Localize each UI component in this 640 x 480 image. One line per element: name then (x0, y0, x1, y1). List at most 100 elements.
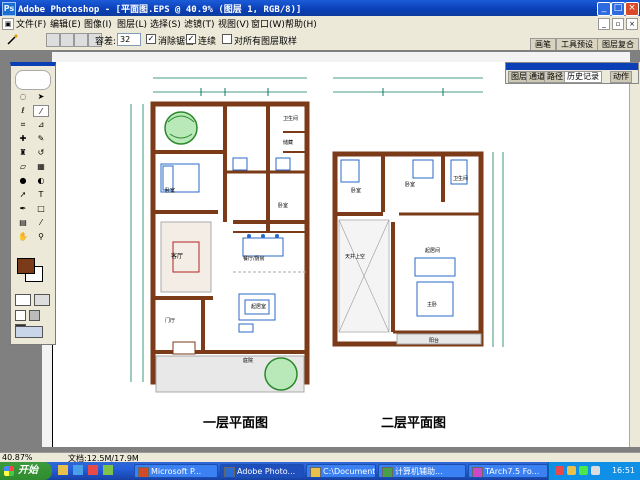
doc-restore-button[interactable]: ▫ (612, 18, 624, 30)
maximize-button[interactable]: □ (611, 2, 625, 16)
antialias-checkbox[interactable]: ✓ (146, 34, 156, 44)
add-selection-icon[interactable] (60, 33, 74, 47)
menu-filter[interactable]: 滤镜(T) (184, 17, 215, 30)
slice-tool-icon[interactable]: ⊿ (33, 119, 49, 131)
contiguous-checkbox[interactable]: ✓ (186, 34, 196, 44)
menu-file[interactable]: 文件(F) (16, 17, 46, 30)
gradient-tool-icon[interactable]: ▦ (33, 161, 49, 173)
dodge-tool-icon[interactable]: ◐ (33, 175, 49, 187)
quick-launch (58, 465, 128, 477)
pen-tool-icon[interactable]: ✒ (15, 203, 31, 215)
task-adobe-photoshop[interactable]: Adobe Photo... (220, 464, 304, 478)
svg-text:卧室: 卧室 (165, 187, 175, 194)
svg-text:卧室: 卧室 (405, 181, 415, 188)
floor-plan-drawing: 卫生间 储藏 客厅 餐厅/厨房 起居室 卧室 卧室 门厅 庭院 卧室 卧室 卫生… (130, 77, 504, 393)
menu-layer[interactable]: 图层(L) (117, 17, 147, 30)
tray-icon[interactable] (579, 466, 588, 475)
start-button[interactable]: 开始 (0, 462, 52, 480)
crop-tool-icon[interactable]: ⌗ (15, 119, 31, 131)
move-tool-icon[interactable]: ➤ (33, 91, 49, 103)
doc-menu-icon[interactable]: ▣ (2, 18, 14, 30)
tab-actions[interactable]: 动作 (610, 71, 632, 83)
menu-bar: ▣ 文件(F) 编辑(E) 图像(I) 图层(L) 选择(S) 滤镜(T) 视图… (0, 16, 640, 31)
blur-tool-icon[interactable]: ● (15, 175, 31, 187)
foreground-color-swatch[interactable] (17, 258, 35, 274)
history-palette-titlebar[interactable] (506, 63, 638, 70)
quicklaunch-icon[interactable] (58, 465, 68, 475)
task-explorer[interactable]: C:\Document... (306, 464, 376, 478)
magic-wand-tool-icon[interactable]: ⁄ (33, 105, 49, 117)
svg-text:卧室: 卧室 (351, 187, 361, 194)
screen-mode-icons[interactable] (15, 310, 51, 335)
vertical-scrollbar[interactable] (629, 62, 640, 447)
tray-icon[interactable] (555, 466, 564, 475)
zoom-level[interactable]: 40.87% (2, 453, 33, 462)
tray-icon[interactable] (567, 466, 576, 475)
hand-tool-icon[interactable]: ✋ (15, 231, 31, 243)
first-floor-plan: 卫生间 储藏 客厅 餐厅/厨房 起居室 卧室 卧室 门厅 庭院 (130, 77, 310, 393)
menu-edit[interactable]: 编辑(E) (50, 17, 81, 30)
zoom-tool-icon[interactable]: ⚲ (33, 231, 49, 243)
marquee-tool-icon[interactable]: ◌ (15, 91, 31, 103)
windows-flag-icon (4, 466, 14, 476)
menu-window[interactable]: 窗口(W) (251, 17, 285, 30)
tab-paths[interactable]: 路径 (544, 71, 566, 83)
imageready-jump-icon[interactable] (15, 326, 51, 338)
svg-text:起居间: 起居间 (425, 247, 440, 254)
path-select-icon[interactable]: ➚ (15, 189, 31, 201)
doc-close-button[interactable]: × (626, 18, 638, 30)
notes-tool-icon[interactable]: ▤ (15, 217, 31, 229)
task-tarch[interactable]: TArch7.5 Fo... (468, 464, 548, 478)
lasso-tool-icon[interactable]: ℓ (15, 105, 31, 117)
type-tool-icon[interactable]: T (33, 189, 49, 201)
svg-text:庭院: 庭院 (243, 357, 253, 364)
magic-wand-icon[interactable] (6, 33, 18, 45)
volume-icon[interactable] (591, 466, 600, 475)
history-brush-icon[interactable]: ↺ (33, 147, 49, 159)
menu-image[interactable]: 图像(I) (84, 17, 112, 30)
all-layers-checkbox[interactable] (222, 34, 232, 44)
tab-history[interactable]: 历史记录 (564, 71, 602, 83)
eraser-tool-icon[interactable]: ▱ (15, 161, 31, 173)
system-tray: 16:51 (548, 462, 640, 480)
task-cad-course[interactable]: 计算机辅助... (378, 464, 466, 478)
clock: 16:51 (611, 466, 635, 475)
quicklaunch-icon[interactable] (102, 465, 113, 475)
eyedropper-icon[interactable]: ⁄ (33, 217, 49, 229)
doc-minimize-button[interactable]: _ (598, 18, 610, 30)
svg-text:储藏: 储藏 (283, 139, 293, 146)
photoshop-icon: Ps (2, 2, 16, 16)
minimize-button[interactable]: _ (597, 2, 611, 16)
svg-text:卫生间: 卫生间 (283, 115, 298, 122)
brush-tool-icon[interactable]: ✎ (33, 133, 49, 145)
menu-select[interactable]: 选择(S) (150, 17, 181, 30)
new-selection-icon[interactable] (46, 33, 60, 47)
svg-text:主卧: 主卧 (427, 301, 437, 308)
menu-help[interactable]: 帮助(H) (285, 17, 317, 30)
document-canvas[interactable]: 卫生间 储藏 客厅 餐厅/厨房 起居室 卧室 卧室 门厅 庭院 卧室 卧室 卫生… (52, 62, 631, 447)
task-microsoft-powerpoint[interactable]: Microsoft P... (134, 464, 218, 478)
history-palette: 图层 通道 路径 历史记录 动作 (505, 62, 639, 84)
window-title: Adobe Photoshop - [平面图.EPS @ 40.9% (图层 1… (18, 5, 302, 15)
svg-text:起居室: 起居室 (251, 303, 266, 310)
contiguous-label: 连续 (198, 37, 217, 47)
quicklaunch-icon[interactable] (87, 465, 98, 475)
close-button[interactable]: × (625, 2, 639, 16)
tool-grid: ◌ ➤ ℓ ⁄ ⌗ ⊿ ✚ ✎ ♜ ↺ ▱ ▦ ● ◐ ➚ T ✒ □ ▤ ⁄ … (14, 90, 52, 244)
svg-text:阳台: 阳台 (429, 337, 439, 344)
first-floor-plan-label: 一层平面图 (203, 416, 269, 431)
quickmask-icons[interactable] (15, 294, 51, 306)
svg-text:门厅: 门厅 (165, 317, 175, 324)
subtract-selection-icon[interactable] (74, 33, 88, 47)
menu-view[interactable]: 视图(V) (218, 17, 249, 30)
feather-logo-icon[interactable] (15, 70, 51, 90)
svg-text:卧室: 卧室 (278, 202, 288, 209)
tolerance-input[interactable]: 32 (117, 33, 141, 46)
svg-text:客厅: 客厅 (171, 252, 183, 260)
second-floor-plan-label: 二层平面图 (381, 416, 447, 431)
clone-stamp-icon[interactable]: ♜ (15, 147, 31, 159)
shape-tool-icon[interactable]: □ (33, 203, 49, 215)
quicklaunch-icon[interactable] (72, 465, 83, 475)
svg-text:卫生间: 卫生间 (453, 175, 468, 182)
healing-brush-icon[interactable]: ✚ (15, 133, 31, 145)
